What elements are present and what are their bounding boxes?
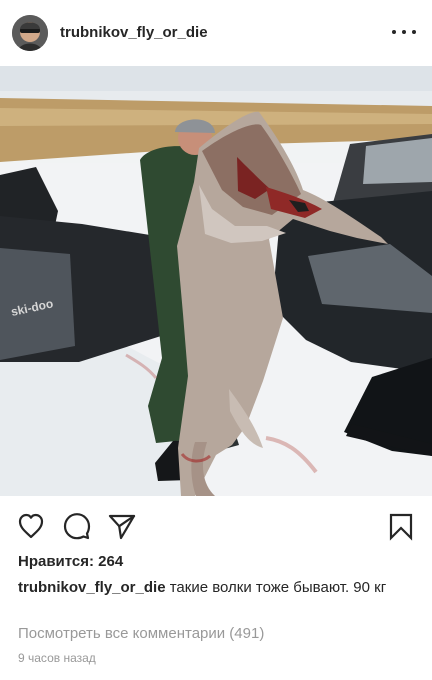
share-icon[interactable]: [107, 511, 137, 541]
more-dot: [412, 30, 416, 34]
more-options-icon[interactable]: [392, 22, 416, 42]
post-header: trubnikov_fly_or_die: [0, 0, 432, 66]
post-caption: trubnikov_fly_or_die такие волки тоже бы…: [18, 578, 416, 598]
post-actions: [0, 505, 432, 545]
view-comments-link[interactable]: Посмотреть все комментарии (491): [18, 625, 264, 642]
comment-icon[interactable]: [62, 511, 92, 541]
post-time: 9 часов назад: [18, 651, 96, 665]
post-image: ski-doo: [0, 66, 432, 496]
bookmark-icon[interactable]: [386, 511, 416, 541]
avatar-image: [12, 15, 48, 51]
caption-text: такие волки тоже бывают. 90 кг: [169, 579, 387, 596]
instagram-post: trubnikov_fly_or_die ski-doo Нравится: 2…: [0, 0, 432, 680]
more-dot: [402, 30, 406, 34]
more-dot: [392, 30, 396, 34]
caption-username[interactable]: trubnikov_fly_or_die: [18, 579, 166, 596]
username[interactable]: trubnikov_fly_or_die: [60, 24, 208, 41]
post-photo[interactable]: ski-doo: [0, 66, 432, 496]
heart-icon[interactable]: [16, 511, 46, 541]
avatar[interactable]: [12, 15, 48, 51]
likes-count[interactable]: Нравится: 264: [18, 553, 123, 570]
